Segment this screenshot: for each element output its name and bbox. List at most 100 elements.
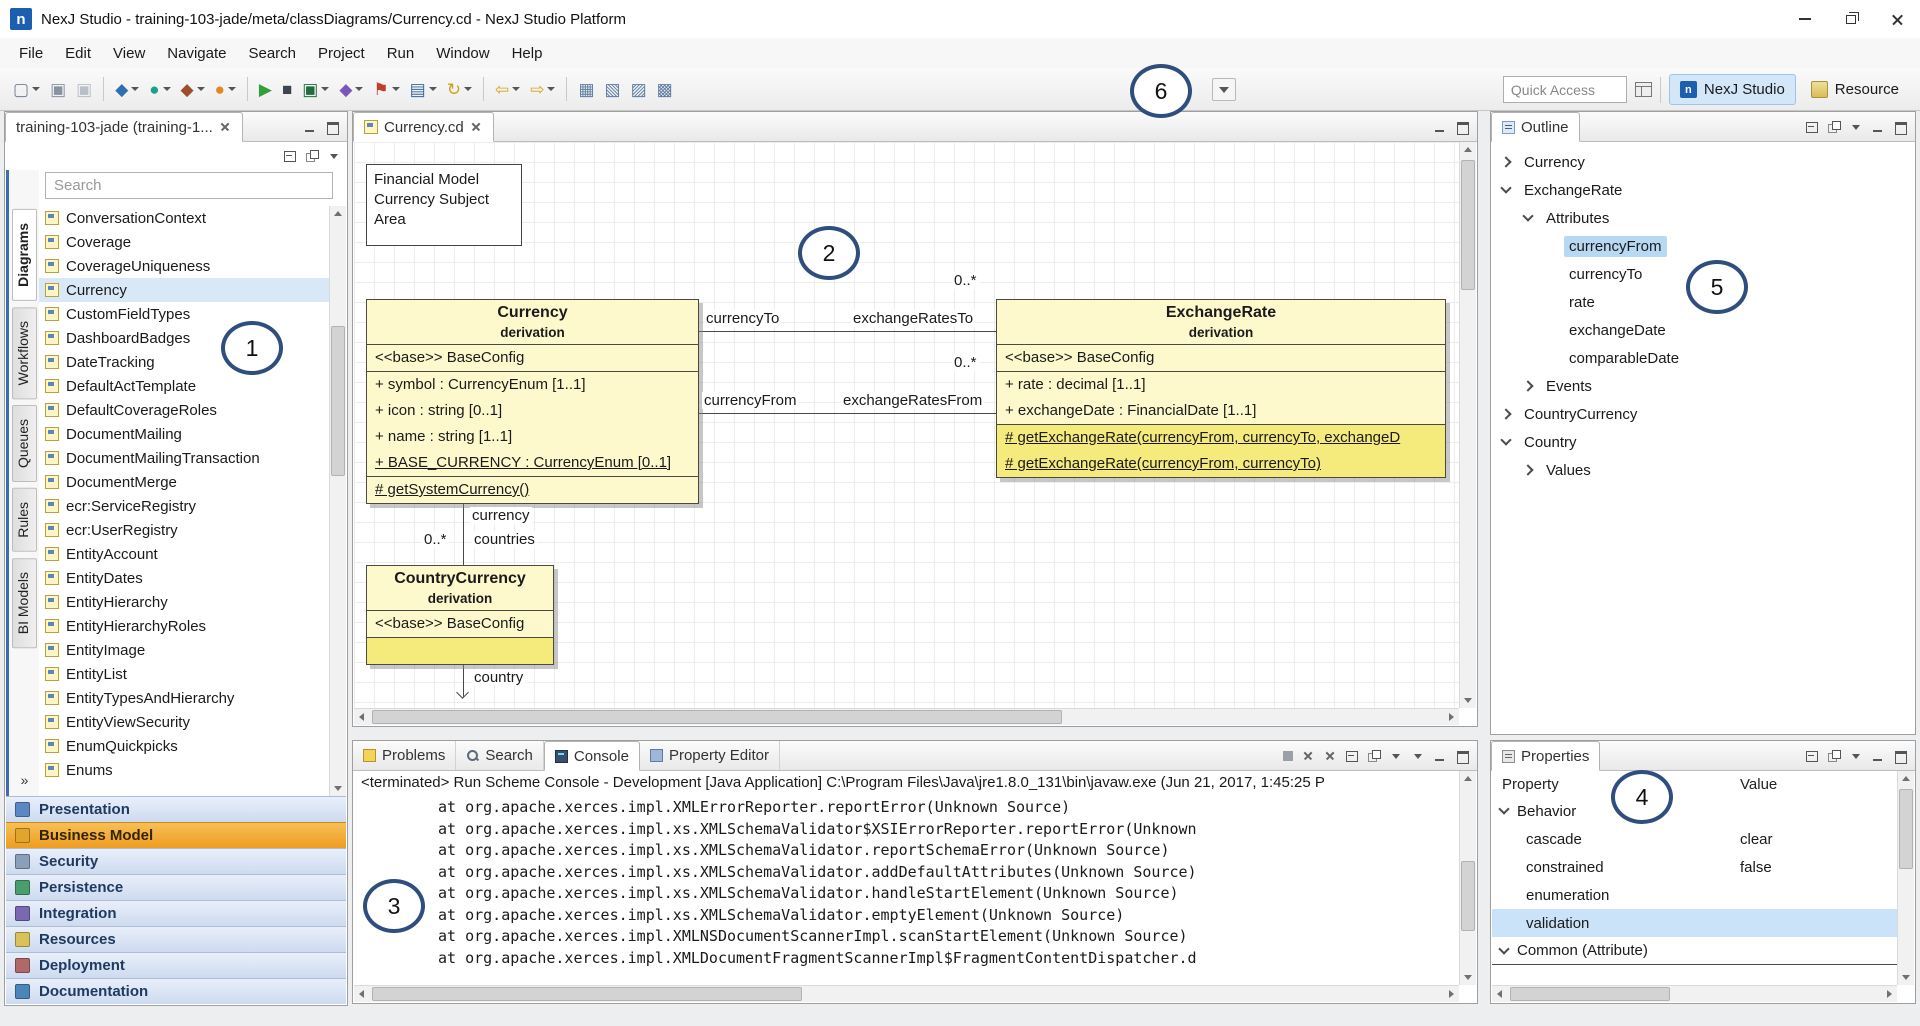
scroll-up-icon[interactable] [1460,771,1475,786]
diagram-canvas[interactable]: Financial Model Currency Subject Area cu… [354,142,1461,709]
console-horizontal-scrollbar[interactable] [354,985,1459,1002]
tab-problems[interactable]: Problems [353,741,456,770]
class-attribute[interactable]: + exchangeDate : FinancialDate [1..1] [997,398,1445,424]
list-item-entitydates[interactable]: EntityDates [39,566,330,590]
list-item-enumquickpicks[interactable]: EnumQuickpicks [39,734,330,758]
properties-horizontal-scrollbar[interactable] [1492,985,1897,1002]
expand-arrow-icon[interactable] [1522,464,1533,475]
minimize-view-icon[interactable] [1872,121,1885,133]
list-item-entityhierarchy[interactable]: EntityHierarchy [39,590,330,614]
list-item-entitylist[interactable]: EntityList [39,662,330,686]
assoc-label-countries[interactable]: countries [472,531,537,548]
toolbar-overflow-button[interactable] [1212,78,1236,101]
editor-tab-currency-cd[interactable]: Currency.cd [353,112,494,142]
outline-node-events[interactable]: Events [1492,372,1914,400]
class-attribute[interactable]: + symbol : CurrencyEnum [1..1] [367,372,698,398]
section-integration[interactable]: Integration [6,900,346,926]
console-output[interactable]: at org.apache.xerces.impl.XMLErrorReport… [354,797,1459,985]
menu-project[interactable]: Project [307,41,376,66]
remove-all-launches-icon[interactable] [1324,750,1337,762]
collapse-all-icon[interactable] [284,150,297,162]
terminate-icon[interactable] [1283,751,1293,761]
remove-launch-icon[interactable] [1302,750,1315,762]
list-item-customfieldtypes[interactable]: CustomFieldTypes [39,302,330,326]
expand-arrow-icon[interactable] [1522,380,1533,391]
maximize-view-icon[interactable] [1894,750,1907,762]
scroll-left-icon[interactable] [354,986,369,1001]
close-button[interactable] [1874,0,1920,38]
view-menu-icon[interactable] [328,150,341,162]
outline-node-exchangerate[interactable]: ExchangeRate [1492,176,1914,204]
scroll-right-icon[interactable] [1444,986,1459,1001]
run-button[interactable]: ▶ [255,74,276,104]
search-input[interactable] [45,172,333,199]
list-item-documentmailingtransaction[interactable]: DocumentMailingTransaction [39,446,330,470]
class-operation[interactable]: # getExchangeRate(currencyFrom, currency… [997,451,1445,477]
property-row-cascade[interactable]: cascadeclear [1492,825,1897,853]
scheme-console-button[interactable]: ▣ [298,74,333,104]
minimize-view-icon[interactable] [1434,750,1447,762]
assoc-label-currency-to[interactable]: currencyTo [704,310,781,327]
more-layers-button[interactable]: » [21,772,29,796]
minimize-button[interactable] [1782,0,1828,38]
section-presentation[interactable]: Presentation [6,796,346,822]
display-console-icon[interactable] [1390,750,1403,762]
outline-tab[interactable]: Outline [1491,112,1580,142]
outline-node-exchangedate[interactable]: exchangeDate [1492,316,1914,344]
database-button[interactable]: ▤ [406,74,441,104]
tab-console[interactable]: Console [544,741,640,771]
repository-button[interactable]: ◆ [177,74,209,104]
list-item-defaultcoverageroles[interactable]: DefaultCoverageRoles [39,398,330,422]
list-item-ecr-userregistry[interactable]: ecr:UserRegistry [39,518,330,542]
section-resources[interactable]: Resources [6,926,346,952]
scroll-up-icon[interactable] [330,206,345,221]
menu-file[interactable]: File [8,41,54,66]
section-security[interactable]: Security [6,848,346,874]
collapse-arrow-icon[interactable] [1498,803,1509,814]
list-item-entityaccount[interactable]: EntityAccount [39,542,330,566]
unit-test-button[interactable]: ◆ [335,74,367,104]
list-item-defaultacttemplate[interactable]: DefaultActTemplate [39,374,330,398]
list-item-entitytypesandhierarchy[interactable]: EntityTypesAndHierarchy [39,686,330,710]
class-attribute[interactable]: + BASE_CURRENCY : CurrencyEnum [0..1] [367,450,698,476]
list-item-entityhierarchyroles[interactable]: EntityHierarchyRoles [39,614,330,638]
class-operation[interactable]: # getSystemCurrency() [367,477,698,503]
menu-run[interactable]: Run [376,41,426,66]
menu-navigate[interactable]: Navigate [156,41,237,66]
run-tool-button[interactable]: ● [145,74,174,104]
class-operation[interactable]: # getExchangeRate(currencyFrom, currency… [997,425,1445,451]
property-row-common-attribute[interactable]: Common (Attribute) [1492,937,1897,965]
list-item-documentmailing[interactable]: DocumentMailing [39,422,330,446]
pin-console-icon[interactable] [1368,750,1381,762]
property-row-constrained[interactable]: constrainedfalse [1492,853,1897,881]
assoc-label-country[interactable]: country [472,669,525,686]
layer-tab-workflows[interactable]: Workflows [12,307,37,399]
link-with-editor-icon[interactable] [1828,121,1841,133]
editor-horizontal-scrollbar[interactable] [354,708,1459,725]
scroll-up-icon[interactable] [1898,771,1913,786]
list-item-conversationcontext[interactable]: ConversationContext [39,206,330,230]
scroll-down-icon[interactable] [330,781,345,796]
save-all-button[interactable]: ▣ [72,74,96,104]
scrollbar-thumb[interactable] [1461,861,1475,931]
outline-node-country[interactable]: Country [1492,428,1914,456]
scrollbar-thumb[interactable] [372,710,1062,724]
collapse-arrow-icon[interactable] [1498,943,1509,954]
minimize-view-icon[interactable] [1434,121,1447,133]
scrollbar-thumb[interactable] [331,326,345,476]
scroll-right-icon[interactable] [1882,986,1897,1001]
view-menu-icon[interactable] [1850,121,1863,133]
outline-node-comparabledate[interactable]: comparableDate [1492,344,1914,372]
property-row-enumeration[interactable]: enumeration [1492,881,1897,909]
property-row-behavior[interactable]: Behavior [1492,797,1897,825]
scroll-down-icon[interactable] [1460,970,1475,985]
save-button[interactable]: ▣ [46,74,70,104]
list-item-coverage[interactable]: Coverage [39,230,330,254]
refresh-button[interactable]: ↻ [443,74,476,104]
properties-vertical-scrollbar[interactable] [1897,771,1914,985]
menu-help[interactable]: Help [501,41,554,66]
terminate-button[interactable]: ■ [278,74,296,104]
editor-vertical-scrollbar[interactable] [1459,142,1476,708]
assoc-label-currency[interactable]: currency [470,507,532,524]
close-view-icon[interactable] [219,121,232,133]
